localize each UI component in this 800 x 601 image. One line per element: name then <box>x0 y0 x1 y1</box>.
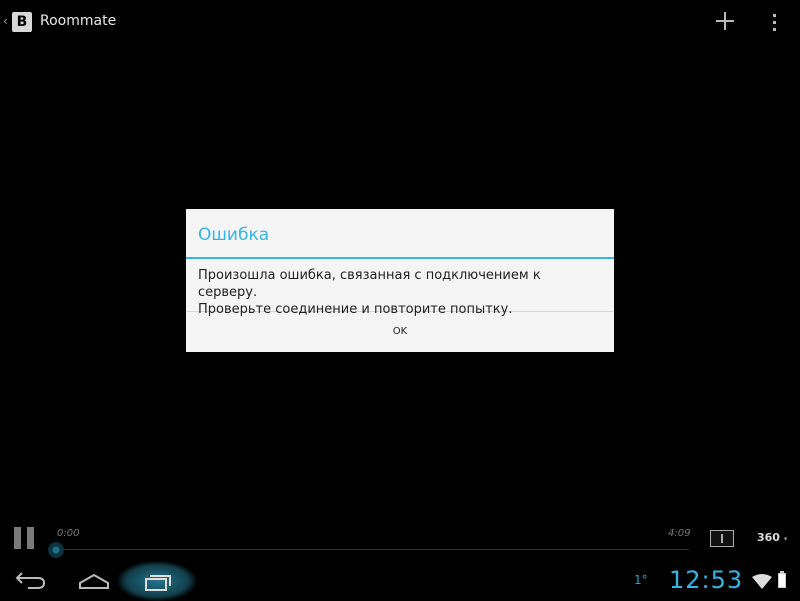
battery-icon <box>778 571 786 588</box>
app-logo[interactable]: B <box>12 12 32 32</box>
error-dialog: Ошибка Произошла ошибка, связанная с под… <box>186 209 614 352</box>
wifi-icon <box>752 574 772 589</box>
action-bar: ‹ B Roommate <box>0 0 800 44</box>
seek-thumb[interactable] <box>48 542 64 558</box>
plus-icon[interactable] <box>712 8 738 34</box>
dialog-title: Ошибка <box>186 209 614 259</box>
quality-selector[interactable]: 360 ▾ <box>757 531 787 544</box>
pause-icon[interactable] <box>13 527 35 549</box>
app-title: Roommate <box>40 13 117 29</box>
nav-recents-icon[interactable] <box>143 572 173 592</box>
current-time: 0:00 <box>57 528 80 539</box>
dialog-message: Произошла ошибка, связанная с подключени… <box>186 259 614 317</box>
clock[interactable]: 12:53 <box>669 566 743 594</box>
chevron-left-icon[interactable]: ‹ <box>3 14 8 28</box>
total-time: 4:09 <box>668 528 691 539</box>
chevron-down-icon: ▾ <box>783 535 788 543</box>
nav-home-icon[interactable] <box>77 571 111 591</box>
seek-bar[interactable] <box>55 549 689 550</box>
dialog-message-line-1: Произошла ошибка, связанная с подключени… <box>198 268 541 300</box>
quality-label: 360 <box>757 531 780 544</box>
ok-button[interactable]: OK <box>186 312 614 352</box>
notification-indicator[interactable]: 1° <box>634 573 648 587</box>
fit-screen-icon[interactable] <box>710 530 734 547</box>
overflow-icon[interactable] <box>766 12 782 34</box>
nav-back-icon[interactable] <box>14 569 48 591</box>
